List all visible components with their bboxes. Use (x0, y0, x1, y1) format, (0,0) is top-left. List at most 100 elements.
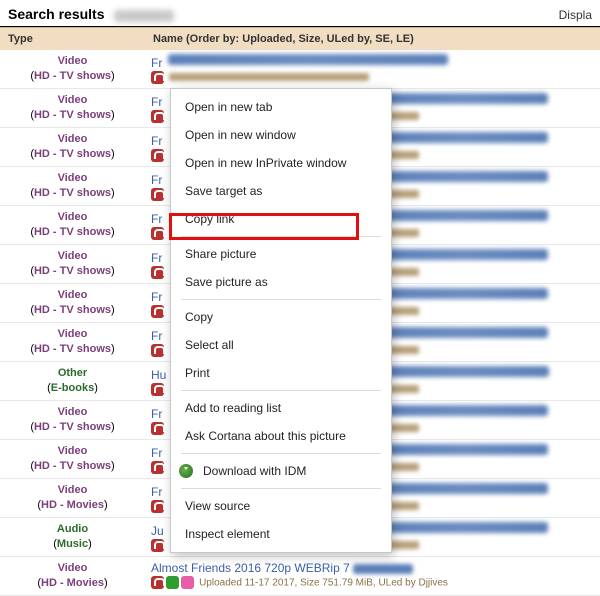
subcategory-link[interactable]: HD - TV shows (34, 148, 111, 160)
ctx-share-picture[interactable]: Share picture (171, 240, 391, 268)
sub-close: ) (111, 460, 115, 472)
display-label: Displa (559, 8, 592, 22)
subcategory-link[interactable]: E-books (51, 382, 94, 394)
category-link[interactable]: Audio (57, 523, 88, 535)
skull-icon (181, 576, 194, 589)
ctx-reading-list[interactable]: Add to reading list (171, 394, 391, 422)
subcategory-link[interactable]: HD - TV shows (34, 109, 111, 121)
ctx-view-source[interactable]: View source (171, 492, 391, 520)
ctx-open-new-window[interactable]: Open in new window (171, 121, 391, 149)
title-stub[interactable]: Fr (151, 290, 165, 304)
blur-segment (168, 54, 448, 65)
torrent-title-link[interactable]: Almost Friends 2016 720p WEBRip 7 (151, 561, 413, 575)
type-cell: Video(HD - TV shows) (0, 245, 145, 284)
ctx-separator (181, 299, 381, 300)
title-stub[interactable]: Fr (151, 212, 165, 226)
sub-close: ) (111, 304, 115, 316)
subcategory-link[interactable]: HD - TV shows (34, 421, 111, 433)
ctx-copy[interactable]: Copy (171, 303, 391, 331)
title-stub[interactable]: Fr (151, 485, 165, 499)
title-stub[interactable]: Fr (151, 95, 165, 109)
category-link[interactable]: Video (58, 484, 88, 496)
ctx-inspect[interactable]: Inspect element (171, 520, 391, 548)
magnet-icon[interactable] (151, 422, 164, 435)
name-cell: Almost Friends 2016 720p WEBRip 7 Upload… (145, 557, 600, 596)
col-type[interactable]: Type (0, 28, 145, 51)
subcategory-link[interactable]: HD - TV shows (34, 304, 111, 316)
title-stub[interactable]: Fr (151, 407, 165, 421)
title-stub[interactable]: Ju (151, 524, 165, 538)
magnet-icon[interactable] (151, 305, 164, 318)
title-stub[interactable]: Hu (151, 368, 166, 382)
title-stub[interactable]: Fr (151, 134, 165, 148)
magnet-icon[interactable] (151, 227, 164, 240)
ctx-print[interactable]: Print (171, 359, 391, 387)
type-cell: Video(HD - TV shows) (0, 167, 145, 206)
category-link[interactable]: Video (58, 94, 88, 106)
magnet-icon[interactable] (151, 344, 164, 357)
category-link[interactable]: Video (58, 172, 88, 184)
category-link[interactable]: Video (58, 562, 88, 574)
row-icons (151, 71, 369, 84)
ctx-select-all[interactable]: Select all (171, 331, 391, 359)
ctx-open-new-tab[interactable]: Open in new tab (171, 93, 391, 121)
type-cell: Other(E-books) (0, 362, 145, 401)
category-link[interactable]: Video (58, 133, 88, 145)
ctx-download-idm[interactable]: Download with IDM (171, 457, 391, 485)
magnet-icon[interactable] (151, 500, 164, 513)
sub-close: ) (104, 577, 108, 589)
magnet-icon[interactable] (151, 461, 164, 474)
blur-segment (378, 288, 548, 299)
row-icons: Uploaded 11-17 2017, Size 751.79 MiB, UL… (151, 576, 448, 589)
sub-close: ) (88, 538, 92, 550)
subcategory-link[interactable]: HD - TV shows (34, 265, 111, 277)
blur-segment (378, 522, 548, 533)
trusted-icon (166, 576, 179, 589)
magnet-icon[interactable] (151, 188, 164, 201)
magnet-icon[interactable] (151, 110, 164, 123)
category-link[interactable]: Video (58, 328, 88, 340)
subcategory-link[interactable]: HD - TV shows (34, 187, 111, 199)
title-stub[interactable]: Fr (151, 56, 165, 70)
blur-segment (169, 73, 369, 81)
category-link[interactable]: Video (58, 55, 88, 67)
title-stub[interactable]: Fr (151, 329, 165, 343)
name-cell: Fr (145, 50, 600, 89)
subcategory-link[interactable]: HD - TV shows (34, 70, 111, 82)
magnet-icon[interactable] (151, 266, 164, 279)
type-cell: Audio(Music) (0, 518, 145, 557)
magnet-icon[interactable] (151, 383, 164, 396)
category-link[interactable]: Other (58, 367, 87, 379)
subcategory-link[interactable]: HD - TV shows (34, 226, 111, 238)
subcategory-link[interactable]: Music (57, 538, 88, 550)
subcategory-link[interactable]: HD - Movies (41, 499, 104, 511)
ctx-save-target[interactable]: Save target as (171, 177, 391, 205)
ctx-open-inprivate[interactable]: Open in new InPrivate window (171, 149, 391, 177)
ctx-ask-cortana[interactable]: Ask Cortana about this picture (171, 422, 391, 450)
subcategory-link[interactable]: HD - Movies (41, 577, 104, 589)
title-stub[interactable]: Fr (151, 446, 165, 460)
blur-segment (378, 483, 548, 494)
blur-segment (378, 93, 548, 104)
sub-close: ) (111, 343, 115, 355)
magnet-icon[interactable] (151, 539, 164, 552)
blur-segment (378, 171, 548, 182)
ctx-copy-link[interactable]: Copy link (171, 205, 391, 233)
category-link[interactable]: Video (58, 211, 88, 223)
magnet-icon[interactable] (151, 149, 164, 162)
category-link[interactable]: Video (58, 250, 88, 262)
col-name[interactable]: Name (Order by: Uploaded, Size, ULed by,… (145, 28, 600, 51)
category-link[interactable]: Video (58, 445, 88, 457)
subcategory-link[interactable]: HD - TV shows (34, 343, 111, 355)
title-stub[interactable]: Fr (151, 173, 165, 187)
blur-segment (378, 249, 548, 260)
magnet-icon[interactable] (151, 576, 164, 589)
blur-segment (353, 564, 413, 574)
subcategory-link[interactable]: HD - TV shows (34, 460, 111, 472)
category-link[interactable]: Video (58, 289, 88, 301)
blur-segment (378, 444, 548, 455)
ctx-save-picture[interactable]: Save picture as (171, 268, 391, 296)
category-link[interactable]: Video (58, 406, 88, 418)
title-stub[interactable]: Fr (151, 251, 165, 265)
magnet-icon[interactable] (151, 71, 164, 84)
